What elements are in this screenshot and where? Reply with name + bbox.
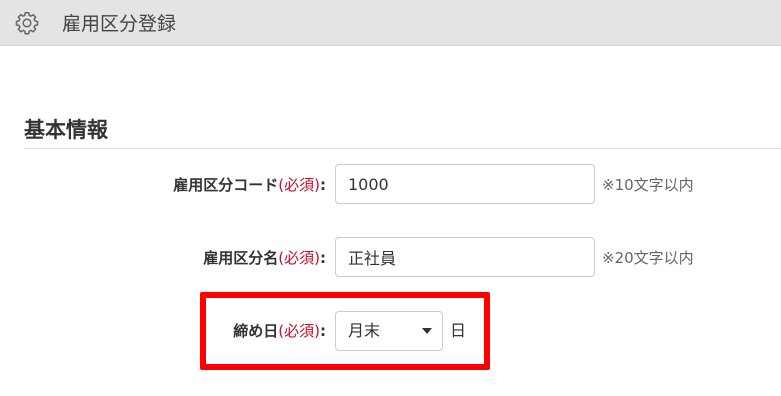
page-title: 雇用区分登録 <box>62 13 177 35</box>
code-label: 雇用区分コード(必須): <box>173 175 326 195</box>
name-required-mark: (必須) <box>278 249 320 267</box>
gear-icon[interactable] <box>14 10 40 36</box>
code-label-text: 雇用区分コード <box>173 176 279 194</box>
code-colon: : <box>320 176 326 194</box>
section-title: 基本情報 <box>24 118 108 142</box>
employment-code-input[interactable] <box>335 164 595 204</box>
name-colon: : <box>320 249 326 267</box>
name-label: 雇用区分名(必須): <box>203 248 326 268</box>
name-hint: ※20文字以内 <box>602 249 694 267</box>
page-header: 雇用区分登録 <box>0 0 781 46</box>
name-label-text: 雇用区分名 <box>203 249 279 267</box>
section-divider <box>24 148 781 149</box>
code-required-mark: (必須) <box>278 176 320 194</box>
code-hint: ※10文字以内 <box>602 176 694 194</box>
page: 雇用区分登録 基本情報 雇用区分コード(必須): ※10文字以内 雇用区分名(必… <box>0 0 781 396</box>
highlight-box <box>200 292 490 370</box>
employment-name-input[interactable] <box>335 237 595 277</box>
